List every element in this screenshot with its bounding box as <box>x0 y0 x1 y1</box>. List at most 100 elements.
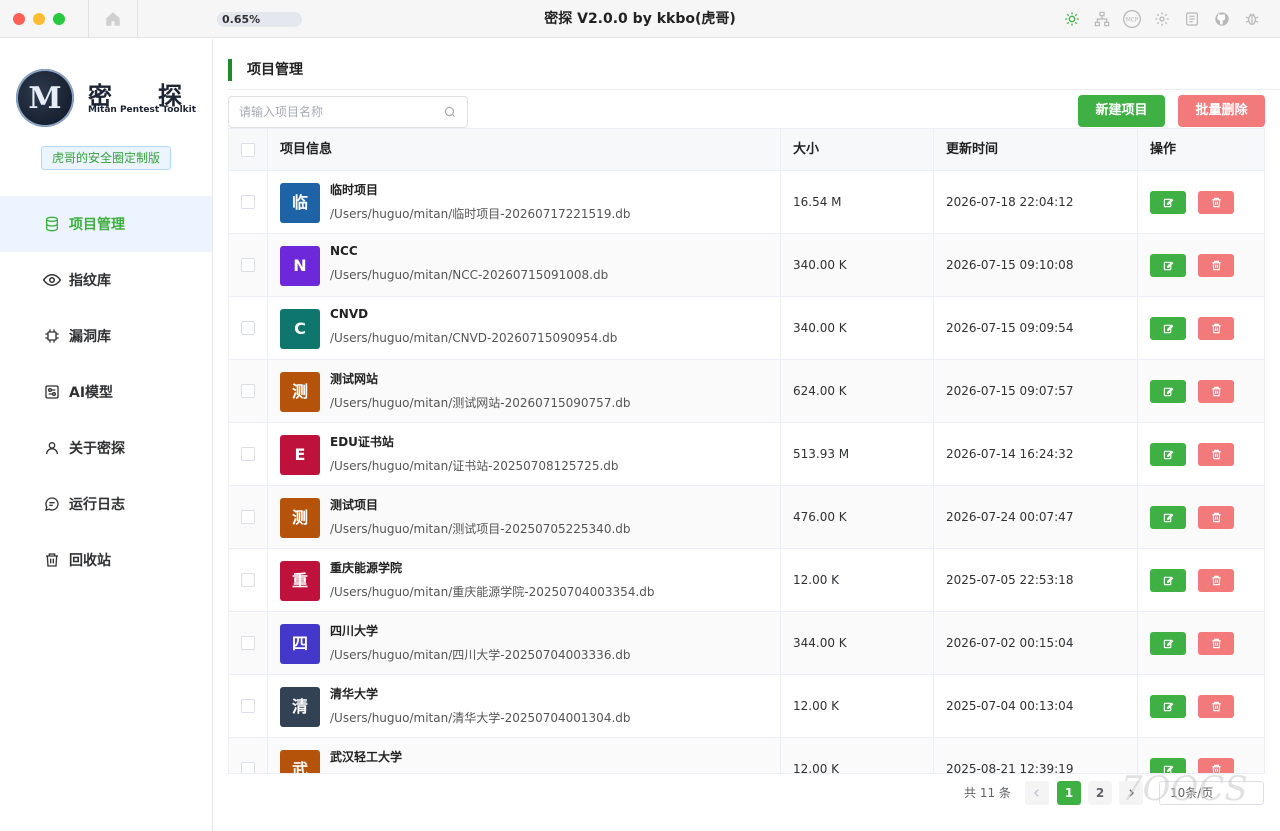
edit-button[interactable] <box>1150 695 1186 718</box>
sidebar-item-logs[interactable]: 运行日志 <box>0 476 212 532</box>
maximize-window-button[interactable] <box>53 13 65 25</box>
sun-icon[interactable] <box>1062 9 1082 29</box>
sidebar-item-recycle-bin[interactable]: 回收站 <box>0 532 212 588</box>
project-name[interactable]: NCC <box>330 244 358 258</box>
row-checkbox[interactable] <box>241 762 255 773</box>
pagination-next-button[interactable] <box>1119 781 1143 805</box>
project-name[interactable]: EDU证书站 <box>330 433 394 450</box>
edit-icon <box>1163 450 1173 460</box>
sidebar-item-vulns[interactable]: 漏洞库 <box>0 308 212 364</box>
row-checkbox[interactable] <box>241 447 255 461</box>
close-window-button[interactable] <box>13 13 25 25</box>
project-name[interactable]: 测试网站 <box>330 370 378 387</box>
delete-button[interactable] <box>1198 758 1234 773</box>
chevron-right-icon <box>1129 789 1134 797</box>
delete-button[interactable] <box>1198 569 1234 592</box>
sidebar-item-fingerprints[interactable]: 指纹库 <box>0 252 212 308</box>
edit-button[interactable] <box>1150 254 1186 277</box>
trash-icon <box>1211 575 1221 586</box>
edit-button[interactable] <box>1150 443 1186 466</box>
row-checkbox[interactable] <box>241 258 255 272</box>
project-name[interactable]: 重庆能源学院 <box>330 559 402 576</box>
project-avatar: 四 <box>280 624 320 664</box>
size-cell: 340.00 K <box>781 234 934 297</box>
mcp-icon[interactable]: MCP <box>1122 9 1142 29</box>
delete-button[interactable] <box>1198 443 1234 466</box>
row-checkbox[interactable] <box>241 510 255 524</box>
search-input[interactable] <box>239 97 439 127</box>
project-size: 340.00 K <box>793 321 847 335</box>
row-checkbox[interactable] <box>241 573 255 587</box>
row-checkbox[interactable] <box>241 321 255 335</box>
project-name[interactable]: 武汉轻工大学 <box>330 748 402 765</box>
pagination-page-1[interactable]: 1 <box>1057 781 1081 805</box>
edit-icon <box>1163 324 1173 334</box>
delete-button[interactable] <box>1198 695 1234 718</box>
search-icon[interactable] <box>443 105 457 119</box>
github-icon[interactable] <box>1212 9 1232 29</box>
pagination-page-2[interactable]: 2 <box>1088 781 1112 805</box>
project-name[interactable]: 清华大学 <box>330 685 378 702</box>
network-icon[interactable] <box>1092 9 1112 29</box>
batch-delete-button[interactable]: 批量删除 <box>1178 95 1265 127</box>
minimize-window-button[interactable] <box>33 13 45 25</box>
edit-button[interactable] <box>1150 758 1186 773</box>
project-path: /Users/huguo/mitan/临时项目-20260717221519.d… <box>330 207 631 221</box>
actions-cell <box>1138 486 1264 549</box>
trash-icon <box>1211 386 1221 397</box>
edit-button[interactable] <box>1150 569 1186 592</box>
trash-icon <box>1211 197 1221 208</box>
new-project-button[interactable]: 新建项目 <box>1078 95 1165 127</box>
edit-button[interactable] <box>1150 191 1186 214</box>
home-button[interactable] <box>101 7 125 31</box>
document-icon[interactable] <box>1182 9 1202 29</box>
delete-button[interactable] <box>1198 317 1234 340</box>
project-path: /Users/huguo/mitan/测试网站-20260715090757.d… <box>330 396 631 410</box>
sidebar-item-ai-models[interactable]: AI模型 <box>0 364 212 420</box>
column-header-actions: 操作 <box>1150 142 1177 157</box>
project-path: /Users/huguo/mitan/证书站-20250708125725.db <box>330 459 619 473</box>
project-avatar: 测 <box>280 498 320 538</box>
column-header-size[interactable]: 大小 <box>781 129 934 171</box>
title-bar: 0.65% 密探 V2.0.0 by kkbo(虎哥) MCP <box>0 0 1280 38</box>
column-header-updated[interactable]: 更新时间 <box>934 129 1138 171</box>
project-name[interactable]: 测试项目 <box>330 496 378 513</box>
row-checkbox[interactable] <box>241 699 255 713</box>
row-checkbox[interactable] <box>241 195 255 209</box>
size-cell: 12.00 K <box>781 675 934 738</box>
delete-button[interactable] <box>1198 380 1234 403</box>
edit-button[interactable] <box>1150 632 1186 655</box>
row-checkbox[interactable] <box>241 384 255 398</box>
edit-icon <box>1163 639 1173 649</box>
row-select-cell <box>229 675 268 738</box>
gear-icon[interactable] <box>1152 9 1172 29</box>
project-path: /Users/huguo/mitan/四川大学-20250704003336.d… <box>330 648 631 662</box>
trash-icon <box>1211 638 1221 649</box>
table-row: E EDU证书站 /Users/huguo/mitan/证书站-20250708… <box>229 423 1264 486</box>
sidebar-item-projects[interactable]: 项目管理 <box>0 196 212 252</box>
delete-button[interactable] <box>1198 632 1234 655</box>
select-all-checkbox[interactable] <box>241 143 255 157</box>
table-row: 清 清华大学 /Users/huguo/mitan/清华大学-202507040… <box>229 675 1264 738</box>
project-name[interactable]: CNVD <box>330 307 368 321</box>
project-path: /Users/huguo/mitan/清华大学-20250704001304.d… <box>330 711 631 725</box>
delete-button[interactable] <box>1198 191 1234 214</box>
project-updated-time: 2026-07-15 09:10:08 <box>946 258 1074 272</box>
row-select-cell <box>229 612 268 675</box>
bug-icon[interactable] <box>1242 9 1262 29</box>
project-path: /Users/huguo/mitan/CNVD-20260715090954.d… <box>330 331 618 345</box>
delete-button[interactable] <box>1198 506 1234 529</box>
delete-button[interactable] <box>1198 254 1234 277</box>
edit-button[interactable] <box>1150 317 1186 340</box>
section-accent-bar <box>228 59 232 81</box>
sliders-icon <box>43 383 61 401</box>
row-checkbox[interactable] <box>241 636 255 650</box>
sidebar-item-about[interactable]: 关于密探 <box>0 420 212 476</box>
project-name[interactable]: 临时项目 <box>330 181 378 198</box>
edit-button[interactable] <box>1150 380 1186 403</box>
pagination-prev-button[interactable] <box>1025 781 1049 805</box>
project-name[interactable]: 四川大学 <box>330 622 378 639</box>
project-path: /Users/huguo/mitan/重庆能源学院-20250704003354… <box>330 585 655 599</box>
edit-button[interactable] <box>1150 506 1186 529</box>
page-size-select[interactable]: 10条/页 <box>1159 781 1264 805</box>
